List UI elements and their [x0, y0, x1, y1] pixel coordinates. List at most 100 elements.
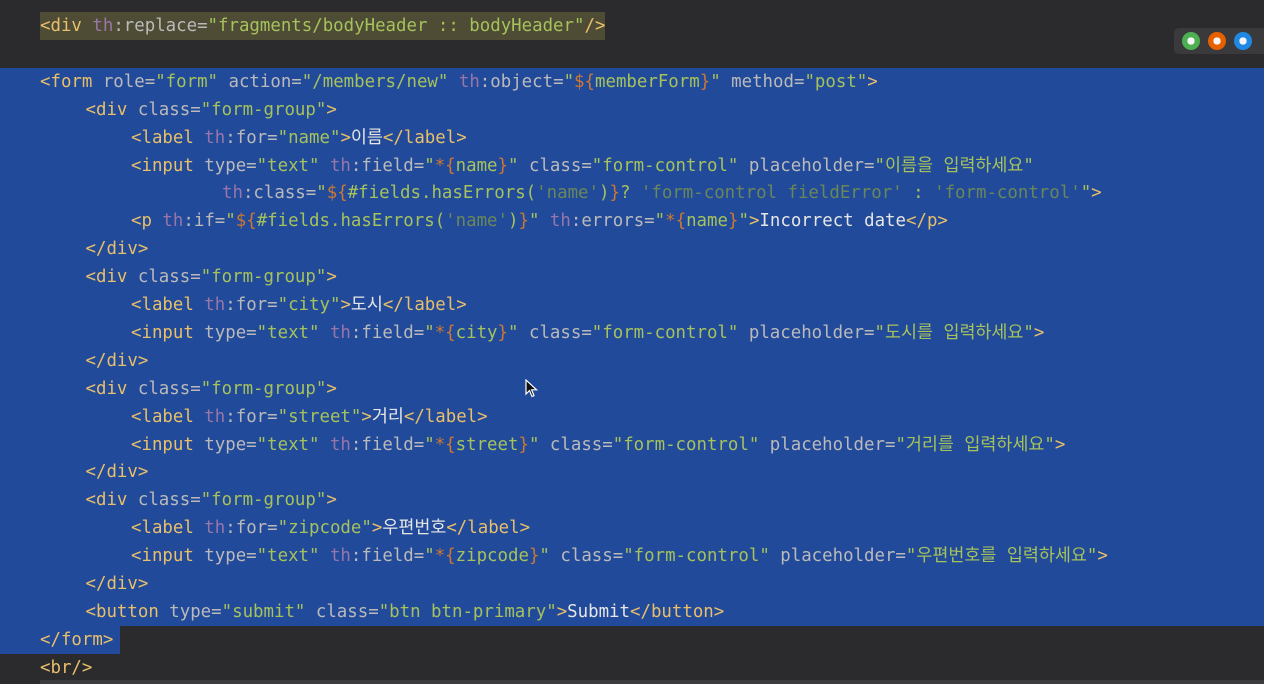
code-line[interactable]: <div class="form-group">	[0, 263, 1264, 292]
code-token: "fragments/bodyHeader :: bodyHeader"	[207, 16, 585, 36]
code-token: "zipcode"	[277, 518, 372, 539]
code-token: :errors=	[570, 211, 655, 232]
code-token: "submit"	[221, 601, 316, 622]
code-token: *{	[434, 155, 456, 176]
code-token: >	[326, 490, 337, 511]
code-token: "form"	[155, 71, 229, 92]
code-token: <input	[131, 546, 205, 567]
code-token: }	[609, 183, 620, 204]
code-token: 'name'	[536, 183, 599, 204]
code-token: :for=	[225, 295, 278, 315]
code-line[interactable]: <input type="text" th:field="*{street}" …	[0, 430, 1264, 459]
code-text: <div class="form-group">	[86, 375, 337, 403]
code-token: :field=	[350, 155, 425, 176]
code-token: ${	[574, 71, 595, 92]
code-token: class=	[528, 322, 592, 343]
code-token: name	[686, 211, 728, 232]
code-token: "post"	[804, 71, 868, 92]
code-line[interactable]: <p th:if="${#fields.hasErrors('name')}" …	[0, 207, 1264, 236]
code-token: #fields.hasErrors(	[347, 183, 537, 204]
code-token: th	[204, 406, 226, 427]
code-text: </div>	[86, 570, 149, 598]
code-text: th:class="${#fields.hasErrors('name')}? …	[222, 179, 1102, 207]
code-text: <div class="form-group">	[86, 263, 337, 291]
code-token: "text"	[256, 546, 330, 567]
code-token: "form-group"	[200, 99, 327, 120]
code-line[interactable]: <button type="submit" class="btn btn-pri…	[0, 597, 1264, 626]
code-token: "	[424, 155, 435, 176]
code-line[interactable]: <div class="form-group">	[0, 374, 1264, 403]
code-token: Submit	[567, 601, 630, 622]
code-token: "	[528, 434, 550, 455]
code-line[interactable]: <div class="form-group">	[0, 95, 1264, 124]
code-token: ${	[235, 211, 257, 232]
code-token: <label	[131, 518, 205, 539]
code-line[interactable]: <label th:for="zipcode">우편번호</label>	[0, 514, 1264, 543]
code-line[interactable]: <label th:for="city">도시</label>	[0, 291, 1264, 319]
code-token: <p	[131, 211, 163, 232]
code-token: "street"	[277, 406, 362, 427]
firefox-icon[interactable]	[1208, 32, 1226, 50]
code-token: }	[497, 155, 509, 176]
code-token: class=	[315, 601, 379, 622]
code-token: "form-group"	[200, 378, 327, 399]
code-token: "	[738, 211, 749, 232]
chrome-icon[interactable]	[1182, 32, 1200, 50]
code-token: >	[326, 378, 337, 399]
safari-icon[interactable]	[1234, 32, 1252, 50]
code-text: <input type="text" th:field="*{street}" …	[131, 431, 1065, 459]
code-line[interactable]: <input type="text" th:field="*{city}" cl…	[0, 318, 1264, 347]
code-token: placeholder=	[748, 322, 875, 343]
code-token: "form-control"	[591, 155, 749, 176]
code-token: "form-group"	[200, 490, 327, 511]
code-token: "text"	[256, 322, 330, 343]
code-token: class=	[560, 546, 624, 567]
code-text: <br/>	[40, 654, 92, 682]
code-text: <form role="form" action="/members/new" …	[40, 68, 878, 96]
code-text: <input type="text" th:field="*{city}" cl…	[131, 319, 1044, 347]
code-token: class=	[137, 490, 201, 511]
code-line[interactable]	[0, 40, 1264, 68]
code-token: >	[326, 99, 337, 120]
code-token: <div	[40, 16, 93, 36]
code-token: "우편번호를 입력하세요"	[905, 546, 1098, 567]
code-line[interactable]: </div>	[0, 235, 1264, 264]
code-token: <div	[85, 378, 138, 399]
code-token: "	[528, 211, 550, 232]
code-token: <input	[131, 322, 205, 343]
code-line[interactable]: <div class="form-group">	[0, 486, 1264, 515]
code-token: type=	[204, 434, 257, 455]
code-text: <input type="text" th:field="*{zipcode}"…	[131, 542, 1108, 570]
code-token: 'form-control fieldError'	[640, 183, 903, 204]
code-line[interactable]: <input type="text" th:field="*{zipcode}"…	[0, 542, 1264, 571]
code-token: "text"	[256, 155, 330, 176]
code-token: </label>	[446, 518, 531, 539]
code-text: </div>	[86, 458, 149, 486]
editor-scroll-edge	[40, 680, 1264, 684]
code-token: Incorrect date	[759, 211, 907, 232]
code-line[interactable]: <label th:for="street">거리</label>	[0, 402, 1264, 431]
code-line[interactable]: </div>	[0, 458, 1264, 487]
code-line[interactable]: <br/>	[0, 654, 1264, 682]
code-line[interactable]: <label th:for="name">이름</label>	[0, 123, 1264, 152]
code-token: "	[563, 71, 575, 92]
code-token: }	[727, 211, 739, 232]
code-line[interactable]: </form>	[0, 625, 1264, 654]
code-line[interactable]: <form role="form" action="/members/new" …	[0, 67, 1264, 96]
code-token: "/members/new"	[301, 71, 459, 92]
code-token: }	[518, 211, 529, 232]
code-token: type=	[204, 546, 257, 567]
code-token: street	[455, 434, 519, 455]
code-editor[interactable]: <div th:replace="fragments/bodyHeader ::…	[0, 0, 1264, 684]
code-token: th	[204, 295, 226, 315]
code-text: <div class="form-group">	[86, 486, 337, 514]
code-token: "form-control"	[612, 434, 770, 455]
code-line[interactable]: <input type="text" th:field="*{name}" cl…	[0, 151, 1264, 180]
mouse-pointer-icon	[525, 379, 539, 398]
code-token: :for=	[225, 406, 278, 427]
code-line[interactable]: <div th:replace="fragments/bodyHeader ::…	[0, 12, 1264, 40]
code-line[interactable]: </div>	[0, 346, 1264, 375]
code-token: 도시	[350, 295, 383, 315]
code-line[interactable]: th:class="${#fields.hasErrors('name')}? …	[0, 179, 1264, 208]
code-line[interactable]: </div>	[0, 570, 1264, 598]
